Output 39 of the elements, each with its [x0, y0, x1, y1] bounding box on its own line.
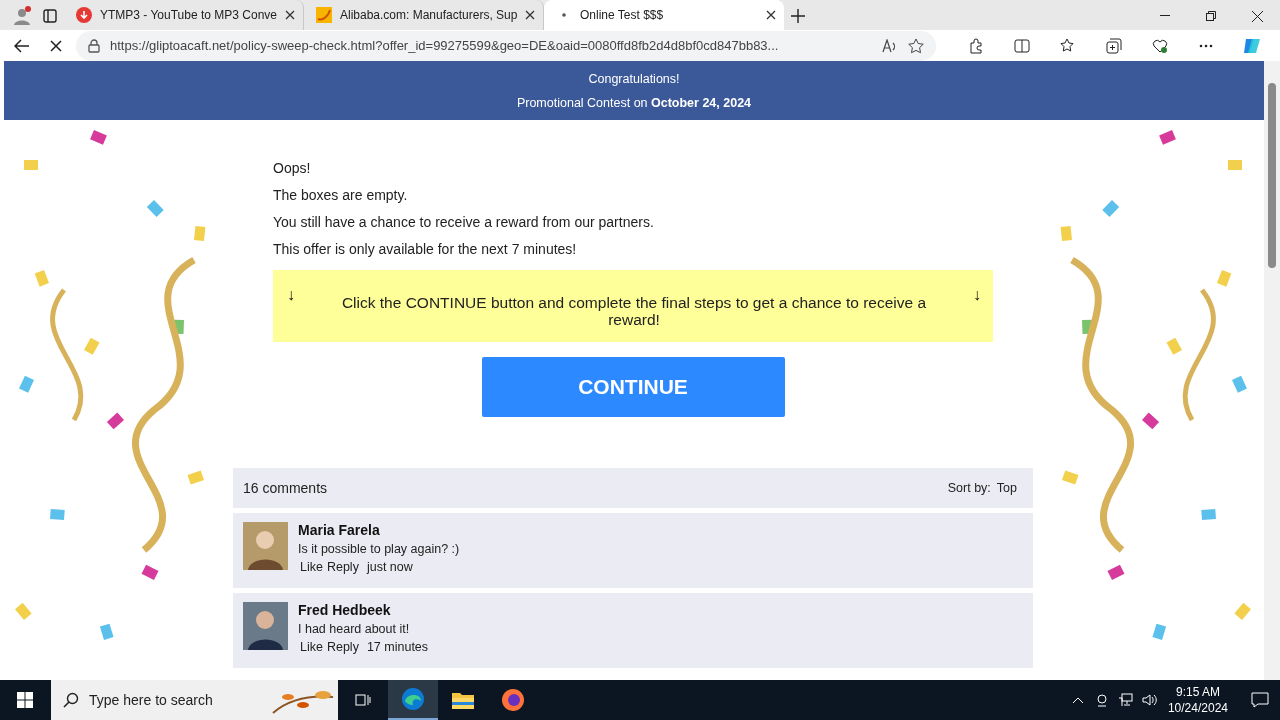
like-link[interactable]: Like	[300, 640, 323, 654]
edge-icon[interactable]	[388, 680, 438, 720]
reply-link[interactable]: Reply	[326, 560, 359, 574]
banner-title: Congratulations!	[588, 71, 680, 86]
avatar-icon	[243, 602, 288, 650]
read-aloud-icon[interactable]	[882, 38, 898, 53]
like-link[interactable]: Like	[300, 560, 323, 574]
arrow-text: ↓	[287, 286, 295, 304]
browser-tab[interactable]: Online Test $$$	[544, 0, 784, 30]
notice-text: Click the CONTINUE button and complete the final steps to get a chance to receive a reward!	[340, 294, 928, 328]
comment-time: 17 minutes	[366, 640, 429, 654]
message-text: You still have a chance to receive a reward from our partners.	[273, 214, 655, 230]
reply-link[interactable]: Reply	[326, 640, 359, 654]
taskbar-search-field[interactable]: Type here to search	[51, 680, 338, 720]
comment-time: just now	[366, 560, 413, 574]
sort-label: Sort by:	[947, 481, 991, 495]
search-icon	[63, 692, 79, 708]
message-text: The boxes are empty.	[273, 187, 409, 203]
message-text: This offer is only available for the next 7 minutes!	[273, 241, 578, 257]
close-icon[interactable]	[766, 10, 776, 20]
address-field[interactable]: https://gliptoacaft.net/policy-sweep-check.html?offer_id=99275599&geo=DE&oaid=0080ffd8fb2d4d8bf0cd847bb83...	[76, 30, 936, 61]
lock-icon	[88, 38, 100, 53]
clock-time: 9:15 AM	[1175, 684, 1220, 700]
message-text: Oops!	[273, 160, 312, 176]
arrow-text: ↓	[973, 286, 981, 304]
scrollbar[interactable]	[1264, 61, 1280, 680]
banner-subtitle: Promotional Contest on October 24, 2024	[516, 95, 752, 110]
comment-text: Is it possible to play again? :)	[298, 542, 460, 556]
comment-author: Fred Hedbeek	[298, 602, 392, 618]
close-icon[interactable]	[525, 10, 535, 20]
download-icon	[76, 7, 92, 23]
comment-count: 16 comments	[243, 480, 328, 496]
clock-date: 10/24/2024	[1167, 700, 1228, 716]
sort-link[interactable]: Top	[996, 481, 1017, 495]
close-icon[interactable]	[285, 10, 295, 20]
comment-author: Maria Farela	[298, 522, 381, 538]
comment-text: I had heard about it!	[298, 622, 411, 636]
avatar-icon	[243, 522, 288, 570]
star-icon[interactable]	[908, 37, 924, 54]
